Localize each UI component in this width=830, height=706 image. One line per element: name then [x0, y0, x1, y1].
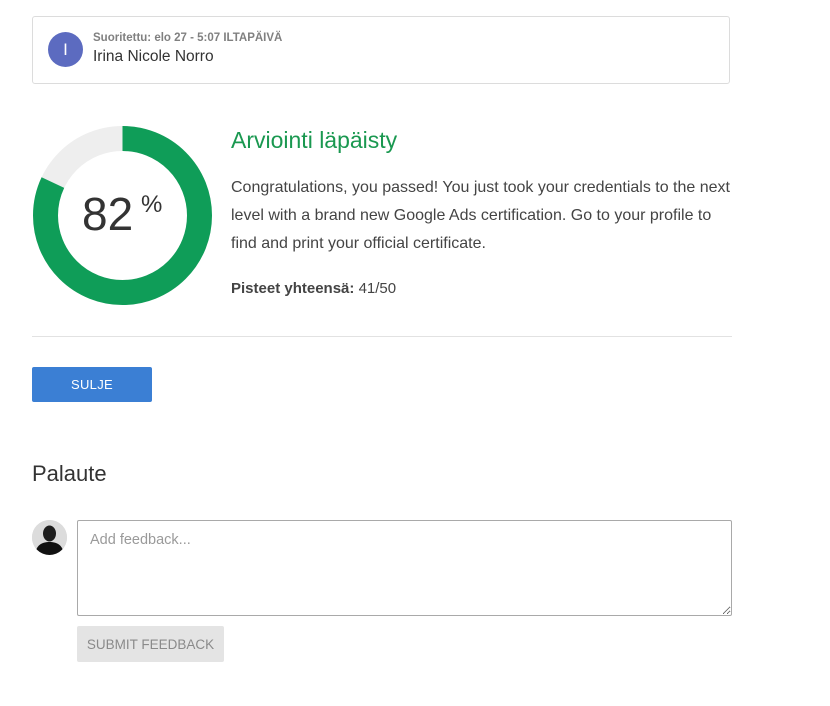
score-unit: % [141, 191, 163, 218]
divider [32, 336, 732, 337]
submit-feedback-button[interactable]: SUBMIT FEEDBACK [77, 626, 224, 662]
feedback-heading: Palaute [32, 461, 107, 486]
submission-card: I Suoritettu: elo 27 - 5:07 ILTAPÄIVÄ Ir… [32, 16, 730, 84]
assessment-result-page: I Suoritettu: elo 27 - 5:07 ILTAPÄIVÄ Ir… [0, 0, 830, 706]
feedback-input[interactable] [77, 520, 732, 616]
result-title: Arviointi läpäisty [231, 127, 398, 153]
score-value: 82 [82, 188, 134, 240]
close-button[interactable]: SULJE [32, 367, 152, 402]
total-score-label: Pisteet yhteensä: [231, 280, 355, 297]
person-silhouette-icon [32, 520, 67, 555]
submitted-timestamp: Suoritettu: elo 27 - 5:07 ILTAPÄIVÄ [93, 32, 283, 44]
submitter-name: Irina Nicole Norro [93, 48, 214, 65]
score-ring: 82 % [32, 125, 213, 306]
user-initial-avatar: I [48, 32, 83, 67]
total-score-value: 41/50 [358, 280, 397, 297]
result-message: Congratulations, you passed! You just to… [231, 179, 730, 252]
total-score: Pisteet yhteensä: 41/50 [231, 280, 396, 297]
